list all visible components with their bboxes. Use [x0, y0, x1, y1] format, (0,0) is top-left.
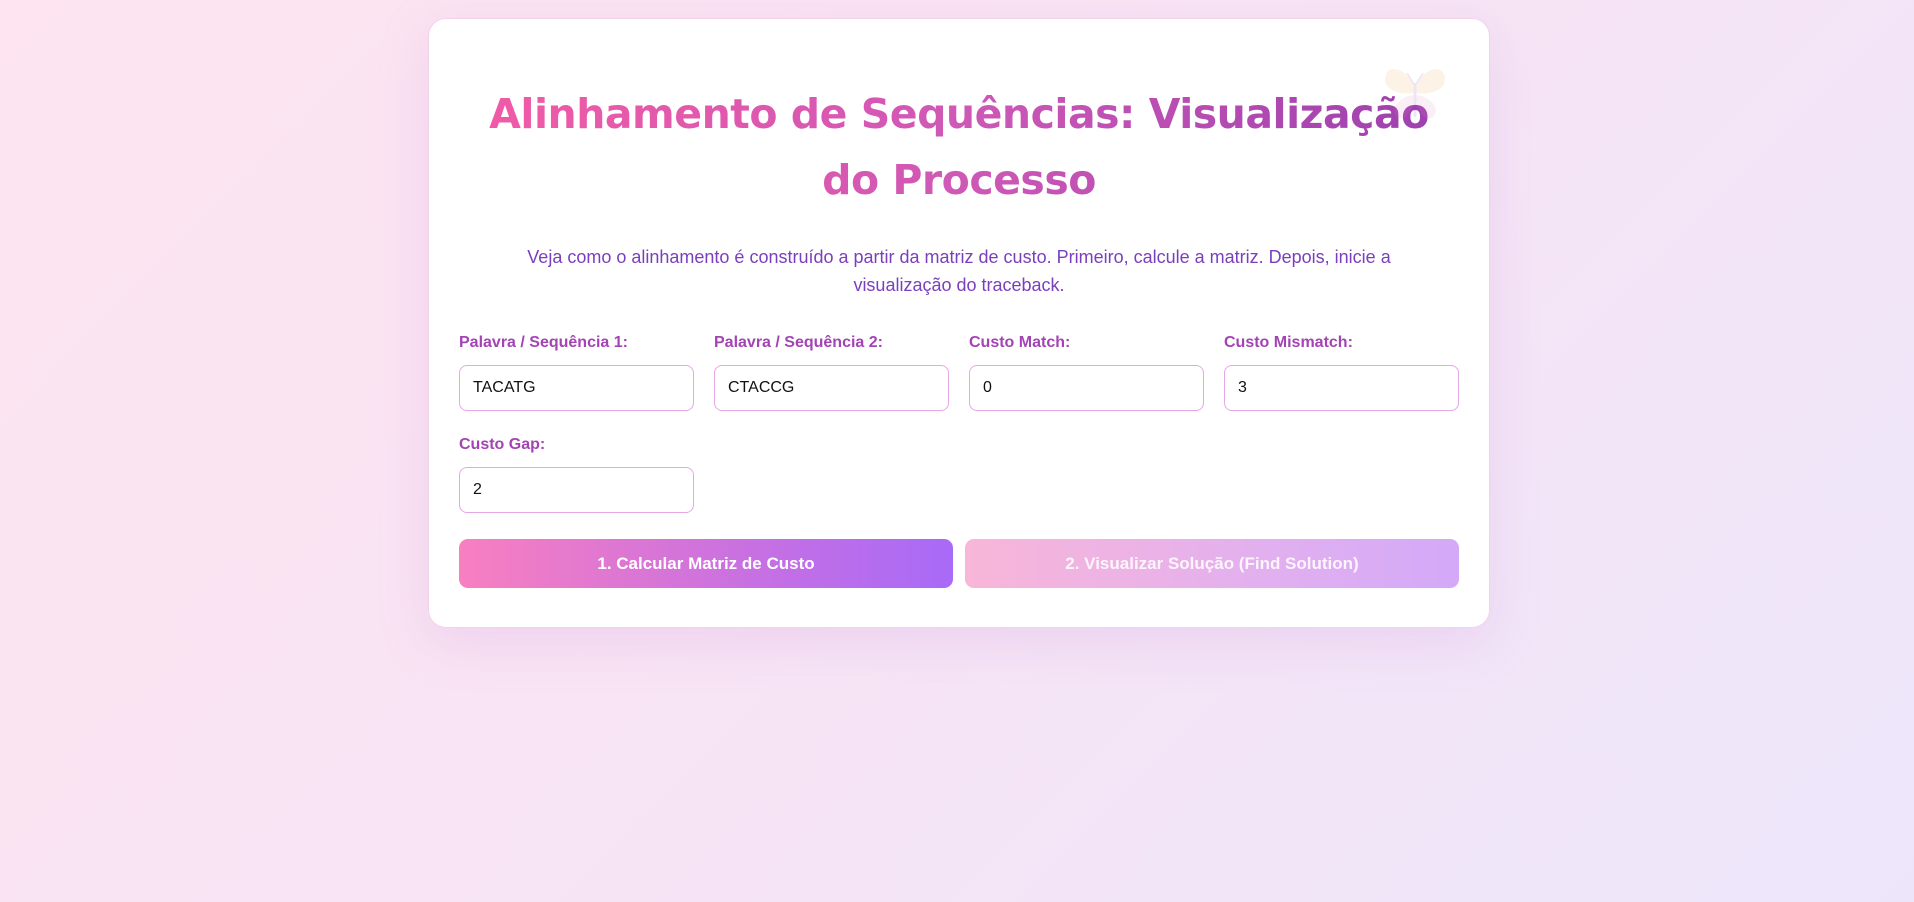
sequence1-field: Palavra / Sequência 1: [459, 333, 694, 411]
butterfly-icon [1385, 69, 1445, 119]
gap-cost-field: Custo Gap: [459, 435, 694, 513]
parameters-row: Palavra / Sequência 1: Palavra / Sequênc… [459, 333, 1459, 411]
visualize-solution-button[interactable]: 2. Visualizar Solução (Find Solution) [965, 539, 1459, 588]
sequence2-input[interactable] [714, 365, 949, 411]
calculate-matrix-button[interactable]: 1. Calcular Matriz de Custo [459, 539, 953, 588]
mismatch-cost-input[interactable] [1224, 365, 1459, 411]
action-buttons: 1. Calcular Matriz de Custo 2. Visualiza… [459, 539, 1459, 588]
main-card: Alinhamento de Sequências: Visualização … [428, 18, 1490, 628]
gap-cost-label: Custo Gap: [459, 436, 546, 453]
match-cost-input[interactable] [969, 365, 1204, 411]
match-cost-field: Custo Match: [969, 333, 1204, 411]
sequence1-label: Palavra / Sequência 1: [459, 334, 628, 351]
page-subtitle: Veja como o alinhamento é construído a p… [527, 247, 1391, 295]
sequence2-field: Palavra / Sequência 2: [714, 333, 949, 411]
mismatch-cost-label: Custo Mismatch: [1224, 334, 1353, 351]
gap-row: Custo Gap: [459, 435, 1459, 513]
mismatch-cost-field: Custo Mismatch: [1224, 333, 1459, 411]
sequence2-label: Palavra / Sequência 2: [714, 334, 883, 351]
match-cost-label: Custo Match: [969, 334, 1071, 351]
page-title: Alinhamento de Sequências: Visualização … [459, 81, 1459, 213]
sequence1-input[interactable] [459, 365, 694, 411]
gap-cost-input[interactable] [459, 467, 694, 513]
